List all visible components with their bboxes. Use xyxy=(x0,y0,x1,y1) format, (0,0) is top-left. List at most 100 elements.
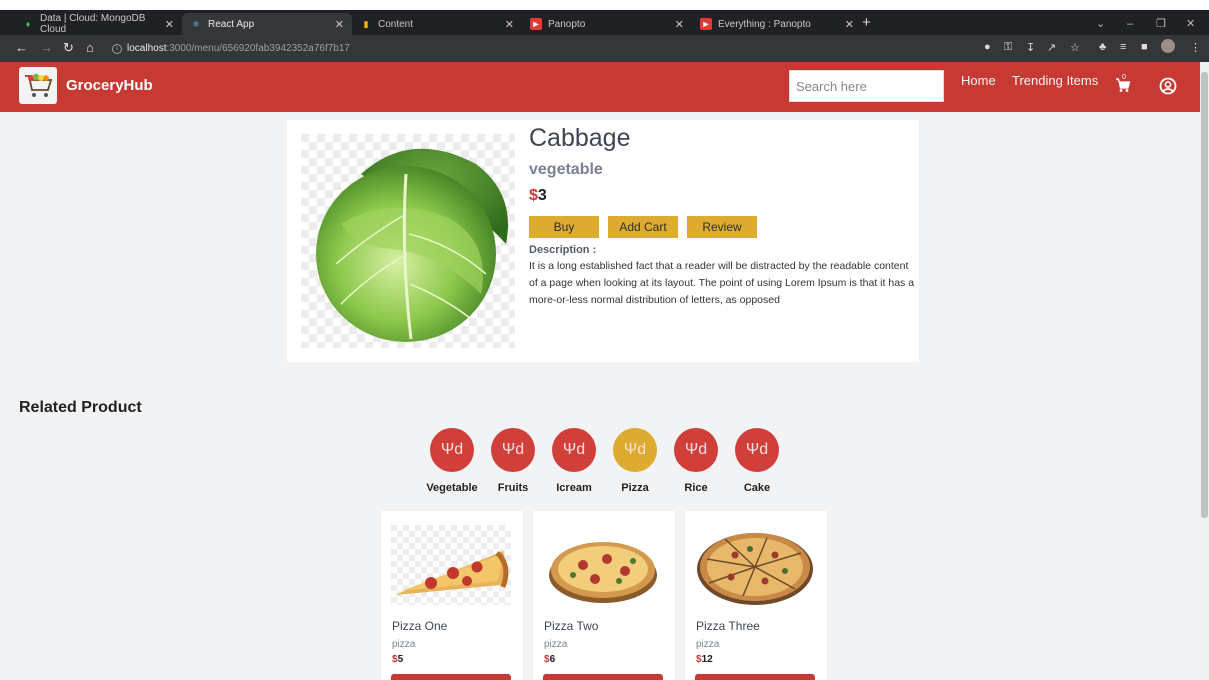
close-tab-icon[interactable]: ✕ xyxy=(505,18,514,31)
profile-avatar[interactable] xyxy=(1161,39,1175,53)
description-label: Description : xyxy=(529,244,597,256)
tab-title: Everything : Panopto xyxy=(718,18,811,30)
fork-knife-icon: Ψԁ xyxy=(735,428,779,472)
pizza-slice-image xyxy=(391,525,511,605)
tab-title: Content xyxy=(378,18,414,30)
fork-knife-icon: Ψԁ xyxy=(613,428,657,472)
review-button[interactable]: Review xyxy=(687,216,757,238)
card-product-category: pizza xyxy=(392,639,416,650)
tab-title: React App xyxy=(208,18,255,30)
share-icon[interactable]: ↗ xyxy=(1047,41,1056,54)
home-icon[interactable]: ⌂ xyxy=(86,39,94,57)
cart-count-badge: 0 xyxy=(1122,74,1126,81)
location-icon[interactable]: ● xyxy=(984,41,991,53)
cabbage-image xyxy=(301,134,515,348)
site-info-icon[interactable]: i xyxy=(112,43,122,54)
category-label: Vegetable xyxy=(426,482,478,494)
brand-name[interactable]: GroceryHub xyxy=(66,77,153,94)
category-label: Cake xyxy=(743,482,771,494)
add-cart-button[interactable]: Add Cart xyxy=(608,216,678,238)
card-action-button[interactable] xyxy=(543,674,663,680)
browser-tab-bar: ♦ Data | Cloud: MongoDB Cloud ✕ ⚛ React … xyxy=(0,10,1209,35)
fork-knife-icon: Ψԁ xyxy=(674,428,718,472)
side-panel-icon[interactable]: ■ xyxy=(1141,41,1148,53)
card-action-button[interactable] xyxy=(695,674,815,680)
card-product-name: Pizza One xyxy=(392,619,448,633)
card-product-price: $6 xyxy=(544,654,555,665)
react-icon: ⚛ xyxy=(191,18,201,29)
panopto-icon: ► xyxy=(530,18,542,30)
forward-icon[interactable]: → xyxy=(40,39,53,57)
product-card-pizza-one[interactable]: Pizza One pizza $5 xyxy=(381,511,523,680)
search-input[interactable] xyxy=(789,70,944,102)
price-value: 5 xyxy=(397,654,404,665)
back-icon[interactable]: ← xyxy=(15,39,28,57)
tab-title: Panopto xyxy=(548,18,586,30)
category-cake[interactable]: Ψԁ Cake xyxy=(727,428,787,498)
category-label: Icream xyxy=(556,482,592,494)
category-label: Fruits xyxy=(497,482,529,494)
install-icon[interactable]: ↧ xyxy=(1026,41,1035,54)
card-product-category: pizza xyxy=(544,639,568,650)
tab-title: Data | Cloud: MongoDB Cloud xyxy=(39,13,146,35)
restore-icon[interactable]: ❐ xyxy=(1156,13,1166,35)
grocery-cart-logo[interactable] xyxy=(19,67,57,104)
buy-button[interactable]: Buy xyxy=(529,216,599,238)
browser-tab-react-app[interactable]: ⚛ React App ✕ xyxy=(182,13,352,35)
category-fruits[interactable]: Ψԁ Fruits xyxy=(483,428,543,498)
related-product-heading: Related Product xyxy=(19,399,142,416)
reload-icon[interactable]: ↻ xyxy=(63,39,74,57)
category-pizza[interactable]: Ψԁ Pizza xyxy=(605,428,665,498)
bookmark-star-icon[interactable]: ☆ xyxy=(1070,41,1080,54)
pizza-whole-image xyxy=(543,525,663,605)
url-field[interactable]: i localhost :3000/menu/656920fab3942352a… xyxy=(112,39,350,58)
category-rice[interactable]: Ψԁ Rice xyxy=(666,428,726,498)
mongodb-leaf-icon: ♦ xyxy=(25,19,31,29)
cart-button[interactable]: 0 xyxy=(1115,74,1131,98)
nav-link-home[interactable]: Home xyxy=(961,73,996,88)
close-tab-icon[interactable]: ✕ xyxy=(845,18,854,31)
browser-tab-everything-panopto[interactable]: ► Everything : Panopto ✕ xyxy=(692,13,862,35)
top-strip xyxy=(0,0,1209,10)
user-account-icon[interactable] xyxy=(1159,77,1177,95)
price-value: 3 xyxy=(537,187,547,204)
product-detail-card: Cabbage vegetable $3 Buy Add Cart Review… xyxy=(287,120,919,362)
page-scrollbar-thumb[interactable] xyxy=(1201,72,1208,518)
close-tab-icon[interactable]: ✕ xyxy=(165,18,174,31)
panopto-icon: ► xyxy=(700,18,712,30)
product-card-pizza-three[interactable]: Pizza Three pizza $12 xyxy=(685,511,827,680)
card-action-button[interactable] xyxy=(391,674,511,680)
card-product-name: Pizza Two xyxy=(544,619,599,633)
card-product-category: pizza xyxy=(696,639,720,650)
reading-list-icon[interactable]: ≡ xyxy=(1120,41,1126,53)
extensions-icon[interactable]: ♣ xyxy=(1099,41,1106,53)
browser-menu-icon[interactable]: ⋮ xyxy=(1190,41,1201,54)
fork-knife-icon: Ψԁ xyxy=(552,428,596,472)
category-label: Pizza xyxy=(621,482,649,494)
currency-symbol: $ xyxy=(529,187,538,204)
close-tab-icon[interactable]: ✕ xyxy=(675,18,684,31)
close-window-icon[interactable]: ✕ xyxy=(1186,13,1195,35)
grocery-cart-logo-image xyxy=(25,73,53,97)
tab-search-icon[interactable]: ⌄ xyxy=(1096,13,1105,35)
browser-tab-panopto[interactable]: ► Panopto ✕ xyxy=(522,13,692,35)
fork-knife-icon: Ψԁ xyxy=(430,428,474,472)
close-tab-icon[interactable]: ✕ xyxy=(335,18,344,31)
card-product-price: $12 xyxy=(696,654,713,665)
product-category: vegetable xyxy=(529,161,603,178)
product-card-pizza-two[interactable]: Pizza Two pizza $6 xyxy=(533,511,675,680)
card-product-name: Pizza Three xyxy=(696,619,760,633)
fork-knife-icon: Ψԁ xyxy=(491,428,535,472)
browser-tab-content[interactable]: ▮ Content ✕ xyxy=(352,13,522,35)
key-icon[interactable]: ⚿ xyxy=(1004,41,1012,54)
category-icream[interactable]: Ψԁ Icream xyxy=(544,428,604,498)
app-navbar: GroceryHub Home Trending Items 0 xyxy=(0,62,1200,112)
nav-link-trending-items[interactable]: Trending Items xyxy=(1012,73,1098,88)
product-price: $3 xyxy=(529,187,547,205)
minimize-icon[interactable]: – xyxy=(1127,13,1133,35)
url-host: localhost xyxy=(127,43,167,54)
category-vegetable[interactable]: Ψԁ Vegetable xyxy=(422,428,482,498)
browser-tab-mongodb[interactable]: ♦ Data | Cloud: MongoDB Cloud ✕ xyxy=(14,13,182,35)
new-tab-icon[interactable]: + xyxy=(862,13,871,35)
browser-address-bar: ← → ↻ ⌂ i localhost :3000/menu/656920fab… xyxy=(0,35,1209,62)
